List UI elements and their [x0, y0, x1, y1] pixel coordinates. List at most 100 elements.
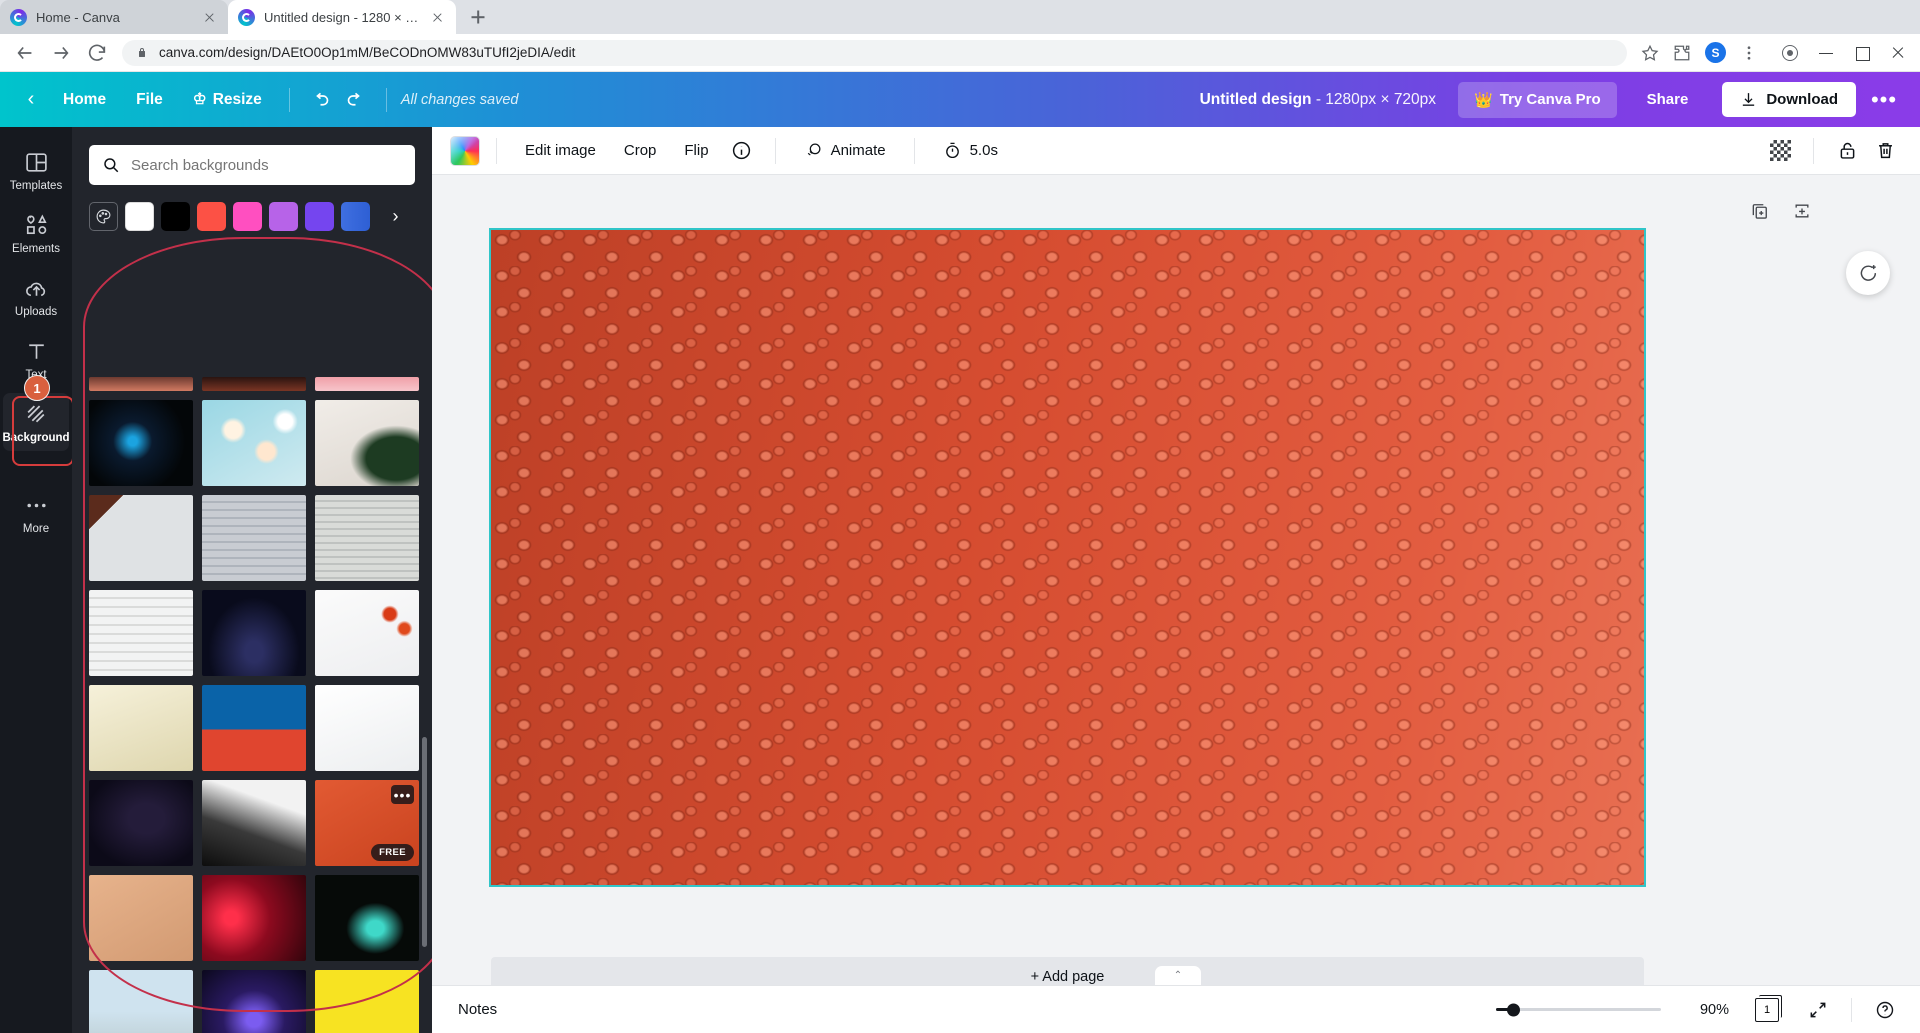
background-thumbnail-blue-neon-rings[interactable] [89, 400, 193, 486]
address-bar-url: canva.com/design/DAEtO0Op1mM/BeCODnOMW83… [159, 45, 576, 60]
trash-icon[interactable] [1868, 134, 1902, 168]
background-thumbnail-pastel-sky-sea[interactable] [89, 970, 193, 1033]
zoom-slider[interactable] [1496, 1003, 1661, 1016]
swatch-blue[interactable] [341, 202, 370, 231]
swatch-red[interactable] [197, 202, 226, 231]
background-thumbnail-orange-leather-texture[interactable]: ••• FREE [315, 780, 419, 866]
swatch-black[interactable] [161, 202, 190, 231]
sidebar-item-more[interactable]: More [3, 484, 69, 542]
background-thumbnail-white-distressed-wood[interactable] [89, 590, 193, 676]
close-icon[interactable] [201, 9, 218, 26]
background-thumbnail-red-led-dots-tunnel[interactable] [202, 875, 306, 961]
sidebar-item-templates[interactable]: Templates [3, 141, 69, 199]
record-icon[interactable] [1782, 44, 1798, 61]
back-icon[interactable] [14, 42, 36, 64]
text-icon [24, 339, 49, 364]
background-thumbnail-monstera-plant-couch[interactable] [315, 400, 419, 486]
color-chip[interactable] [450, 135, 480, 166]
reload-icon[interactable] [86, 42, 108, 64]
swatch-white[interactable] [125, 202, 154, 231]
crop-button[interactable]: Crop [612, 135, 669, 166]
sidebar-item-uploads[interactable]: Uploads [3, 267, 69, 325]
animate-button[interactable]: Animate [792, 134, 898, 167]
swatch-orchid[interactable] [269, 202, 298, 231]
background-thumbnail-teal-bokeh-lights[interactable] [202, 400, 306, 486]
header-more-button[interactable]: ••• [1864, 81, 1904, 119]
info-icon[interactable] [725, 134, 759, 168]
canvas-stage: + Add page [432, 175, 1920, 1009]
page-count-button[interactable]: 1 [1755, 997, 1779, 1022]
background-thumbnail-night-starry-sky[interactable] [202, 590, 306, 676]
add-comment-button[interactable] [1846, 251, 1890, 295]
lock-icon[interactable] [1830, 134, 1864, 168]
share-button[interactable]: Share [1627, 82, 1709, 117]
bookmark-star-icon[interactable] [1641, 44, 1659, 62]
flip-button[interactable]: Flip [672, 135, 720, 166]
zoom-slider-track[interactable] [1496, 1003, 1661, 1016]
color-picker-swatch[interactable] [89, 202, 118, 231]
background-thumbnail-pink-hearts[interactable] [315, 377, 419, 391]
notes-expand-caret[interactable]: ⌃ [1155, 966, 1201, 985]
close-icon[interactable] [429, 9, 446, 26]
background-thumbnail-hearts-bokeh[interactable] [89, 377, 193, 391]
background-thumbnail-wheat-grass-cream[interactable] [89, 685, 193, 771]
duration-button[interactable]: 5.0s [931, 134, 1010, 167]
search-backgrounds-box[interactable] [89, 145, 415, 185]
file-menu-button[interactable]: File [123, 84, 176, 116]
background-thumbnail-red-berries-white[interactable] [315, 590, 419, 676]
zoom-level[interactable]: 90% [1689, 1002, 1729, 1018]
design-title[interactable]: Untitled design - 1280px × 720px [1200, 91, 1436, 109]
chevron-right-icon[interactable]: › [381, 202, 410, 231]
forward-icon[interactable] [50, 42, 72, 64]
design-canvas[interactable] [489, 228, 1646, 887]
help-icon[interactable] [1872, 997, 1898, 1023]
close-window-button[interactable] [1890, 45, 1906, 61]
zoom-slider-handle[interactable] [1507, 1003, 1520, 1016]
thumbnail-more-icon[interactable]: ••• [391, 785, 414, 804]
background-thumbnail-crumpled-kraft-paper[interactable] [89, 875, 193, 961]
background-thumbnail-white-brick-wall[interactable] [315, 495, 419, 581]
sidebar-item-elements[interactable]: Elements [3, 204, 69, 262]
browser-menu-icon[interactable] [1740, 44, 1758, 62]
swatch-pink[interactable] [233, 202, 262, 231]
minimize-button[interactable] [1818, 45, 1834, 61]
background-thumbnail-grey-wood-planks[interactable] [202, 495, 306, 581]
fullscreen-icon[interactable] [1805, 997, 1831, 1023]
edit-image-button[interactable]: Edit image [513, 135, 608, 166]
uploads-icon [24, 276, 49, 301]
background-thumbnail-grid: ••• FREE [89, 377, 419, 1033]
home-button[interactable]: Home [50, 84, 119, 116]
download-button[interactable]: Download [1722, 82, 1856, 117]
background-thumbnail-blue-red-wave[interactable] [202, 685, 306, 771]
background-thumbnail-white-wall-brick-stairs[interactable] [89, 495, 193, 581]
background-thumbnail-dark-roses[interactable] [202, 377, 306, 391]
background-thumbnail-teal-smoke-swirl[interactable] [315, 875, 419, 961]
back-chevron-icon[interactable]: ‹ [16, 85, 46, 115]
undo-icon[interactable] [310, 89, 331, 110]
redo-icon[interactable] [345, 89, 366, 110]
browser-tab-design[interactable]: Untitled design - 1280 × 720px [228, 0, 456, 34]
background-thumbnail-white-marble[interactable] [315, 685, 419, 771]
background-thumbnail-dark-navy-texture[interactable] [89, 780, 193, 866]
swatch-violet[interactable] [305, 202, 334, 231]
duplicate-page-icon[interactable] [1750, 201, 1770, 221]
new-tab-button[interactable] [464, 3, 492, 31]
panel-scrollbar[interactable] [422, 737, 427, 947]
try-canva-pro-button[interactable]: 👑 Try Canva Pro [1458, 81, 1617, 118]
profile-avatar[interactable]: S [1705, 42, 1726, 63]
resize-button[interactable]: ♔ Resize [180, 83, 275, 116]
divider [1851, 997, 1852, 1022]
notes-button[interactable]: Notes [454, 995, 501, 1024]
transparency-icon[interactable] [1763, 134, 1797, 168]
extensions-icon[interactable] [1673, 44, 1691, 62]
background-thumbnail-yellow-pattern[interactable] [315, 970, 419, 1033]
maximize-button[interactable] [1854, 45, 1870, 61]
add-page-icon[interactable] [1792, 201, 1812, 221]
browser-tab-home[interactable]: Home - Canva [0, 0, 228, 34]
search-input[interactable] [131, 156, 402, 174]
orange-leather-texture-image[interactable] [491, 230, 1644, 885]
address-bar[interactable]: canva.com/design/DAEtO0Op1mM/BeCODnOMW83… [122, 39, 1627, 66]
background-thumbnail-purple-galaxy[interactable] [202, 970, 306, 1033]
background-thumbnail-bw-checkered-tower[interactable] [202, 780, 306, 866]
sidebar-item-background[interactable]: Background [2, 393, 70, 451]
